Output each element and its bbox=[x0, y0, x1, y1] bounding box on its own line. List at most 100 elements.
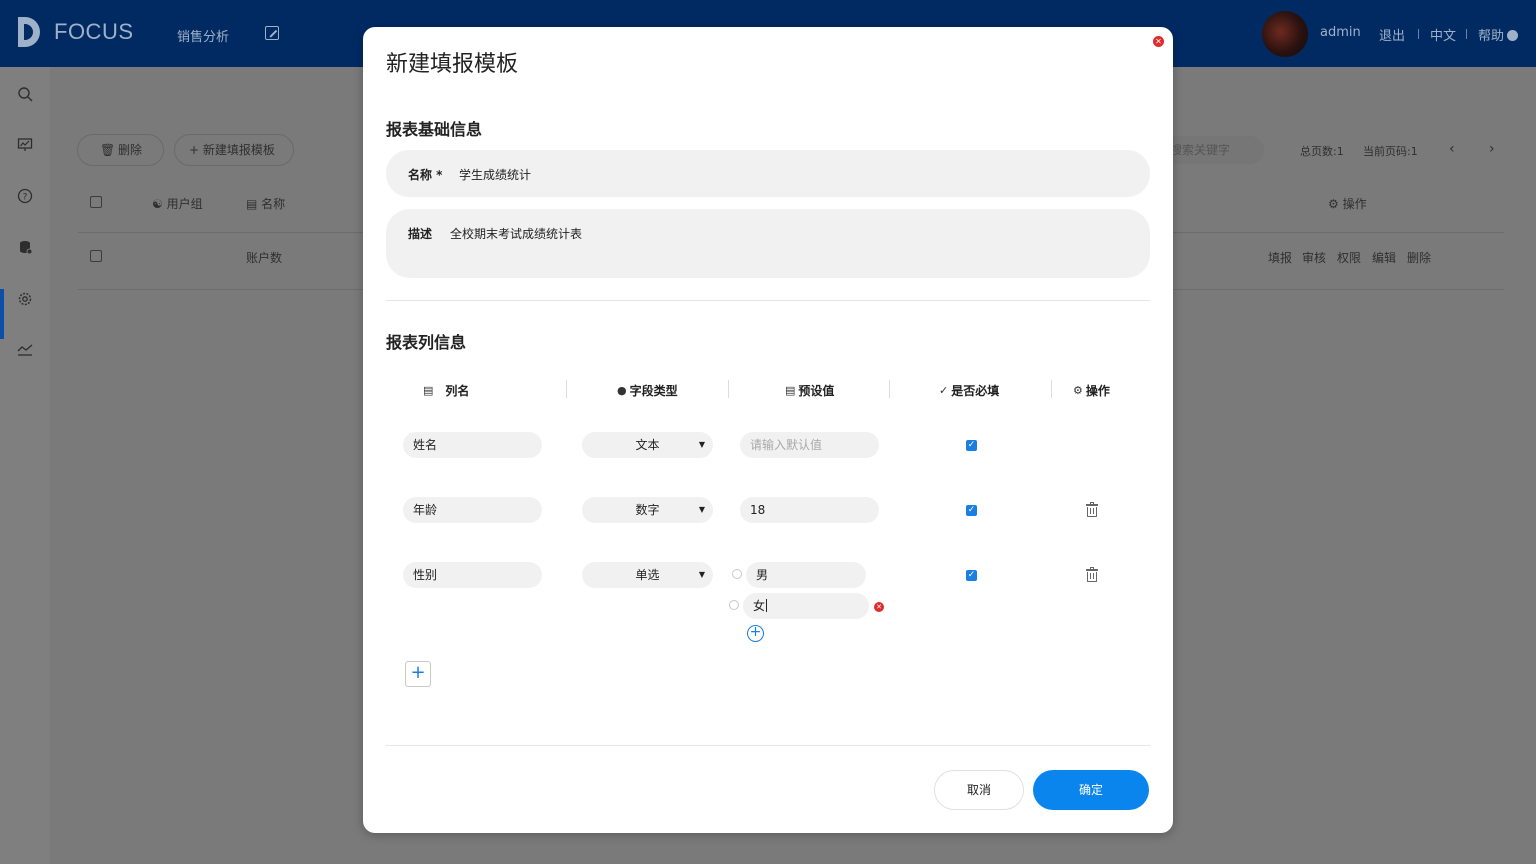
trash-icon[interactable] bbox=[1086, 567, 1098, 582]
field-type-value: 文本 bbox=[635, 438, 660, 452]
option-input-value: 女 bbox=[753, 599, 766, 613]
file-icon: ▤ bbox=[785, 384, 796, 397]
nav-sales-analysis[interactable]: 销售分析 bbox=[177, 26, 229, 45]
focus-logo[interactable]: FOCUS bbox=[18, 15, 134, 49]
current-page: 当前页码:1 bbox=[1363, 145, 1418, 158]
total-pages: 总页数:1 bbox=[1300, 145, 1344, 158]
field-type-header-label: 字段类型 bbox=[629, 384, 678, 398]
name-label: 名称 bbox=[261, 197, 286, 211]
description-field[interactable]: 描述 全校期末考试成绩统计表 bbox=[386, 209, 1150, 278]
divider bbox=[1466, 29, 1467, 39]
bulb-icon: ● bbox=[617, 384, 627, 397]
language-switch[interactable]: 中文 bbox=[1430, 25, 1456, 44]
logout-link[interactable]: 退出 bbox=[1379, 25, 1405, 44]
edit-icon[interactable] bbox=[265, 26, 279, 40]
divider bbox=[386, 745, 1150, 746]
sidebar-active-indicator bbox=[0, 289, 4, 339]
trash-icon: 🗑 bbox=[100, 143, 116, 157]
dropdown-arrow-icon: ▼ bbox=[698, 570, 705, 579]
cancel-button[interactable]: 取消 bbox=[934, 770, 1024, 810]
divider bbox=[1418, 29, 1419, 39]
field-type-header: ● 字段类型 bbox=[617, 382, 678, 399]
required-checkbox[interactable]: ✓ bbox=[966, 570, 977, 581]
delete-button[interactable]: 🗑 删除 bbox=[77, 134, 164, 166]
operation-header-label: 操作 bbox=[1085, 384, 1110, 398]
default-value-header: ▤ 预设值 bbox=[785, 382, 834, 399]
username[interactable]: admin bbox=[1320, 25, 1361, 40]
check-icon: ✓ bbox=[939, 384, 949, 397]
select-all-checkbox[interactable] bbox=[90, 196, 102, 208]
action-delete[interactable]: 删除 bbox=[1407, 249, 1431, 266]
option-radio[interactable] bbox=[729, 600, 739, 610]
divider bbox=[566, 380, 567, 398]
trend-icon[interactable] bbox=[17, 341, 33, 357]
column-name-header-label: 列名 bbox=[445, 384, 470, 398]
gear-icon: ⚙ bbox=[1073, 384, 1083, 397]
operation-header: ⚙ 操作 bbox=[1328, 195, 1367, 212]
required-checkbox[interactable]: ✓ bbox=[966, 440, 977, 451]
row-accounts: 账户数 bbox=[246, 251, 283, 265]
default-value-input[interactable]: 请输入默认值 bbox=[740, 432, 879, 458]
option-input[interactable]: 男 bbox=[746, 562, 866, 588]
field-type-select[interactable]: 文本 ▼ bbox=[582, 432, 713, 458]
required-header-label: 是否必填 bbox=[951, 384, 1000, 398]
column-name-input[interactable]: 姓名 bbox=[403, 432, 542, 458]
field-type-select[interactable]: 单选 ▼ bbox=[582, 562, 713, 588]
logo-icon bbox=[18, 15, 46, 49]
row-checkbox[interactable] bbox=[90, 250, 102, 262]
action-fill[interactable]: 填报 bbox=[1268, 249, 1292, 266]
confirm-button[interactable]: 确定 bbox=[1033, 770, 1149, 810]
new-template-modal: ✕ 新建填报模板 报表基础信息 名称 * 学生成绩统计 描述 全校期末考试成绩统… bbox=[363, 27, 1173, 833]
dashboard-icon[interactable] bbox=[17, 137, 33, 153]
file-icon: ▤ bbox=[423, 384, 434, 397]
usergroup-header: ☯ 用户组 bbox=[152, 195, 203, 212]
column-name-input[interactable]: 性别 bbox=[403, 562, 542, 588]
dropdown-arrow-icon: ▼ bbox=[698, 505, 705, 514]
help-icon[interactable]: ? bbox=[17, 188, 33, 204]
trash-icon[interactable] bbox=[1086, 502, 1098, 517]
field-type-value: 单选 bbox=[635, 568, 660, 582]
help-link[interactable]: 帮助 bbox=[1478, 25, 1519, 44]
search-icon[interactable] bbox=[17, 86, 33, 102]
basic-info-title: 报表基础信息 bbox=[386, 120, 483, 139]
option-input[interactable]: 女 bbox=[743, 593, 869, 619]
description-field-value: 全校期末考试成绩统计表 bbox=[450, 227, 583, 241]
name-field-label: 名称 * bbox=[408, 168, 443, 182]
usergroup-label: 用户组 bbox=[166, 197, 203, 211]
operation-label: 操作 bbox=[1342, 197, 1367, 211]
users-icon: ☯ bbox=[152, 197, 163, 211]
default-value-input[interactable]: 18 bbox=[740, 497, 879, 523]
column-name-input[interactable]: 年龄 bbox=[403, 497, 542, 523]
add-option-icon[interactable]: + bbox=[747, 625, 764, 642]
option-radio[interactable] bbox=[732, 569, 742, 579]
required-header: ✓ 是否必填 bbox=[939, 382, 999, 399]
column-name-header: ▤ 列名 bbox=[423, 382, 469, 399]
name-field[interactable]: 名称 * 学生成绩统计 bbox=[386, 150, 1150, 197]
remove-option-icon[interactable]: ✕ bbox=[874, 602, 884, 612]
divider bbox=[728, 380, 729, 398]
sidebar: ? bbox=[0, 67, 50, 864]
modal-title: 新建填报模板 bbox=[386, 52, 519, 77]
action-review[interactable]: 审核 bbox=[1302, 249, 1326, 266]
delete-label: 删除 bbox=[118, 143, 143, 157]
name-field-value: 学生成绩统计 bbox=[459, 168, 532, 182]
action-permission[interactable]: 权限 bbox=[1337, 249, 1361, 266]
close-icon[interactable]: ✕ bbox=[1153, 36, 1164, 47]
add-column-button[interactable]: + bbox=[405, 661, 431, 687]
text-cursor bbox=[766, 599, 768, 612]
field-type-select[interactable]: 数字 ▼ bbox=[582, 497, 713, 523]
divider bbox=[889, 380, 890, 398]
new-template-button[interactable]: + 新建填报模板 bbox=[174, 134, 294, 166]
field-type-value: 数字 bbox=[635, 503, 660, 517]
settings-icon[interactable] bbox=[17, 291, 33, 307]
required-checkbox[interactable]: ✓ bbox=[966, 505, 977, 516]
name-header: ▤ 名称 bbox=[246, 195, 285, 212]
prev-page-icon[interactable]: ‹ bbox=[1449, 141, 1455, 157]
divider bbox=[386, 300, 1150, 301]
avatar[interactable] bbox=[1262, 11, 1308, 57]
svg-text:?: ? bbox=[23, 193, 28, 203]
action-edit[interactable]: 编辑 bbox=[1372, 249, 1396, 266]
logo-text: FOCUS bbox=[54, 19, 134, 44]
next-page-icon[interactable]: › bbox=[1489, 141, 1495, 157]
database-icon[interactable] bbox=[17, 239, 33, 255]
